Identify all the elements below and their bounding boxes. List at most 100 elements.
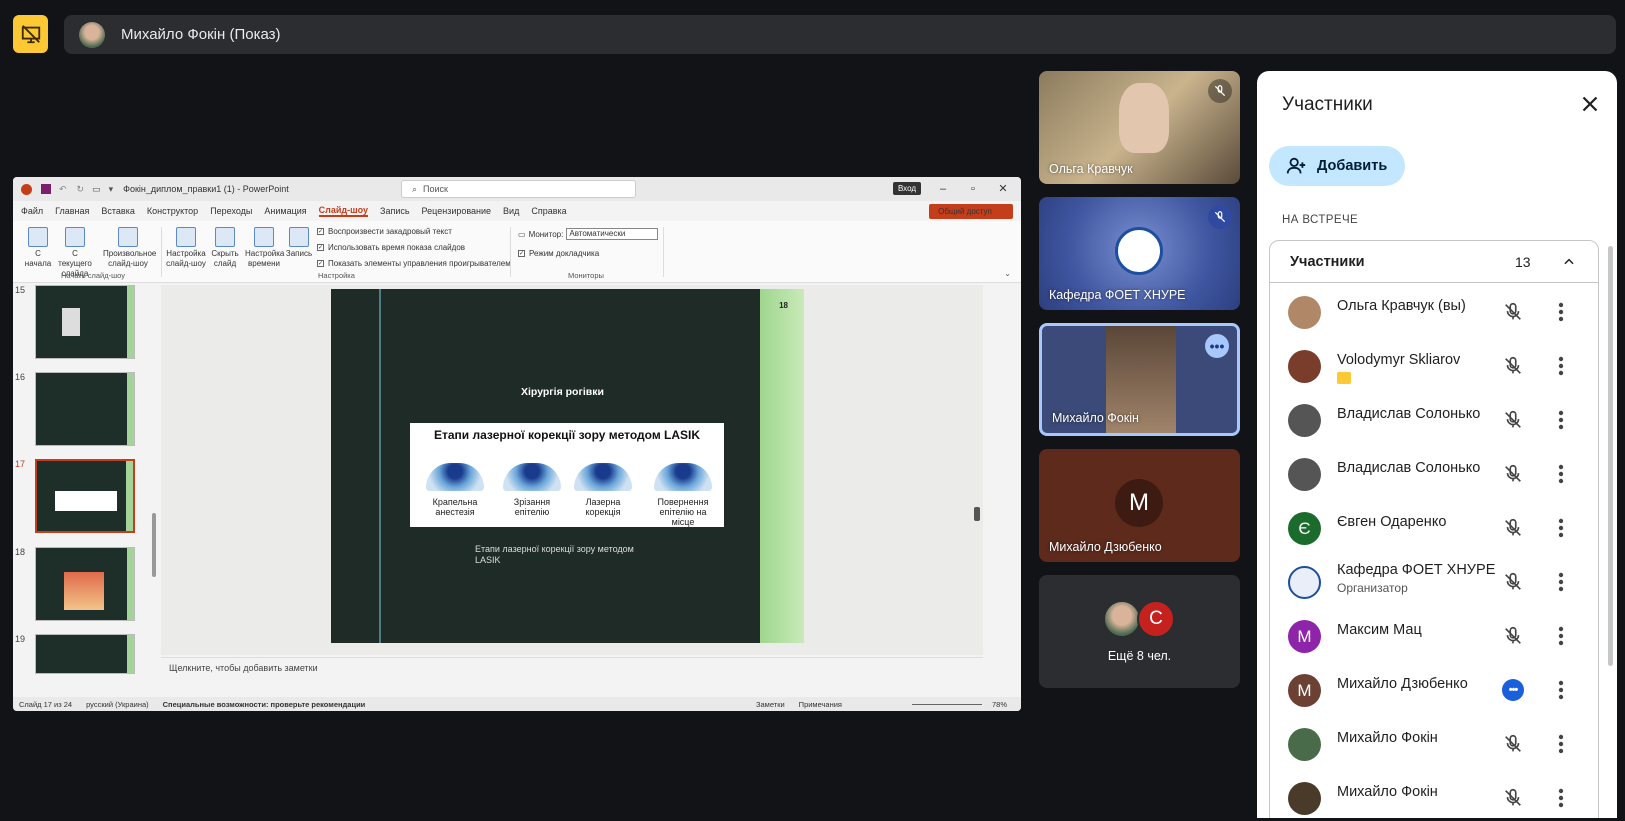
tab-review[interactable]: Рецензирование xyxy=(422,206,492,216)
redo-icon[interactable]: ↻ xyxy=(77,184,85,195)
participant-row[interactable]: Владислав Солонько xyxy=(1270,446,1600,502)
share-button[interactable]: Общий доступ xyxy=(929,204,1013,219)
more-options-icon[interactable] xyxy=(1558,355,1564,377)
status-accessibility[interactable]: Специальные возможности: проверьте реком… xyxy=(163,700,742,709)
presenter-view-checkbox[interactable]: ✓ Режим докладчика xyxy=(518,249,599,258)
setup-slideshow-button[interactable]: Настройка слайд-шоу xyxy=(165,227,207,269)
status-slide: Слайд 17 из 24 xyxy=(19,699,73,709)
narration-checkbox[interactable]: ✓ Воспроизвести закадровый текст xyxy=(317,227,452,236)
tab-slideshow[interactable]: Слайд-шоу xyxy=(318,205,369,217)
login-button[interactable]: Вход xyxy=(893,182,921,195)
group-monitors-label: Мониторы xyxy=(568,271,604,280)
tab-file[interactable]: Файл xyxy=(21,206,43,216)
undo-icon[interactable]: ↶ xyxy=(59,184,67,195)
timings-checkbox[interactable]: ✓ Использовать время показа слайдов xyxy=(317,243,465,252)
tab-design[interactable]: Конструктор xyxy=(147,206,198,216)
checkmark-icon: ✓ xyxy=(317,244,324,251)
current-slide[interactable]: 18 Хірургія рогівки Етапи лазерної корек… xyxy=(331,289,804,643)
participant-row[interactable]: М Максим Мац xyxy=(1270,608,1600,664)
add-people-button[interactable]: Добавить xyxy=(1269,146,1405,186)
tile-olga[interactable]: Ольга Кравчук xyxy=(1039,71,1240,184)
more-options-icon[interactable] xyxy=(1558,571,1564,593)
editor-scrollbar[interactable] xyxy=(973,285,981,655)
record-button[interactable]: Запись xyxy=(285,227,313,259)
tile-kafedra[interactable]: Кафедра ФОЕТ ХНУРЕ xyxy=(1039,197,1240,310)
presentation-icon[interactable] xyxy=(13,15,48,53)
tile-avatar: M xyxy=(1115,479,1163,527)
more-options-icon[interactable] xyxy=(1558,787,1564,809)
tab-animation[interactable]: Анимация xyxy=(264,206,306,216)
mic-off-icon[interactable] xyxy=(1502,301,1524,323)
mic-off-icon[interactable] xyxy=(1502,571,1524,593)
qat-more-icon[interactable]: ▾ xyxy=(109,184,114,195)
participant-row[interactable]: М Михайло Дзюбенко ••• xyxy=(1270,662,1600,718)
participant-row[interactable]: Михайло Фокін xyxy=(1270,716,1600,772)
tile-mykhailo-dziubenko[interactable]: M Михайло Дзюбенко xyxy=(1039,449,1240,562)
tab-transitions[interactable]: Переходы xyxy=(210,206,252,216)
monitor-select[interactable]: Автоматически xyxy=(566,228,659,240)
mic-off-icon[interactable] xyxy=(1502,409,1524,431)
thumbs-scrollbar[interactable] xyxy=(150,285,158,673)
close-panel-button[interactable] xyxy=(1577,91,1603,117)
mic-off-icon[interactable] xyxy=(1502,733,1524,755)
search-box[interactable]: ⌕ Поиск xyxy=(401,180,636,198)
start-from-beginning-button[interactable]: С начала xyxy=(23,227,53,269)
slideshow-icon[interactable]: ▭ xyxy=(92,184,101,195)
tab-view[interactable]: Вид xyxy=(503,206,519,216)
more-options-icon[interactable] xyxy=(1558,517,1564,539)
collapse-ribbon-icon[interactable]: ⌄ xyxy=(1004,269,1011,278)
mic-off-icon[interactable] xyxy=(1502,625,1524,647)
scroll-thumb[interactable] xyxy=(974,507,980,521)
participant-row[interactable]: Михайло Фокін xyxy=(1270,770,1600,818)
status-language[interactable]: русский (Украина) xyxy=(86,700,149,709)
thumb-slide-16[interactable] xyxy=(35,372,135,446)
comments-button[interactable]: Примечания xyxy=(799,700,842,709)
thumb-slide-17[interactable] xyxy=(35,459,135,533)
participant-avatar xyxy=(1288,566,1321,599)
panel-scrollbar[interactable] xyxy=(1608,246,1613,666)
tile-more-people[interactable]: C Ещё 8 чел. xyxy=(1039,575,1240,688)
participant-row[interactable]: Ольга Кравчук (вы) xyxy=(1270,284,1600,340)
minimize-button[interactable]: – xyxy=(933,180,953,198)
tab-home[interactable]: Главная xyxy=(55,206,89,216)
more-options-icon[interactable] xyxy=(1558,409,1564,431)
mic-off-icon[interactable] xyxy=(1502,355,1524,377)
tab-help[interactable]: Справка xyxy=(531,206,566,216)
participant-avatar xyxy=(1288,782,1321,815)
participant-row[interactable]: Владислав Солонько xyxy=(1270,392,1600,448)
more-options-icon[interactable] xyxy=(1558,733,1564,755)
tab-insert[interactable]: Вставка xyxy=(101,206,134,216)
more-options-icon[interactable] xyxy=(1558,625,1564,647)
more-options-icon[interactable] xyxy=(1558,679,1564,701)
more-options-icon[interactable] xyxy=(1558,463,1564,485)
mic-off-icon[interactable] xyxy=(1502,787,1524,809)
tile-mykhailo-fokin[interactable]: ••• Михайло Фокін xyxy=(1039,323,1240,436)
notes-button[interactable]: Заметки xyxy=(756,700,785,709)
mic-off-icon[interactable] xyxy=(1502,463,1524,485)
notes-pane[interactable]: Щелкните, чтобы добавить заметки xyxy=(161,657,983,682)
zoom-slider[interactable] xyxy=(911,703,982,705)
restore-button[interactable]: ▫ xyxy=(963,180,983,198)
participant-row[interactable]: Volodymyr Skliarov xyxy=(1270,338,1600,394)
tab-record[interactable]: Запись xyxy=(380,206,410,216)
participant-avatar xyxy=(1288,404,1321,437)
participant-avatar: М xyxy=(1288,674,1321,707)
zoom-level[interactable]: 78% xyxy=(992,700,1007,709)
thumb-slide-15[interactable] xyxy=(35,285,135,359)
thumb-slide-19[interactable] xyxy=(35,634,135,674)
hide-slide-button[interactable]: Скрыть слайд xyxy=(209,227,241,269)
step-eye: Лазерна корекція xyxy=(574,463,632,517)
scroll-thumb[interactable] xyxy=(152,513,156,577)
participant-row[interactable]: Є Євген Одаренко xyxy=(1270,500,1600,556)
close-window-button[interactable]: ✕ xyxy=(993,180,1013,198)
group-header[interactable]: Участники 13 xyxy=(1270,241,1598,283)
controls-checkbox[interactable]: ✓ Показать элементы управления проигрыват… xyxy=(317,259,511,268)
thumb-slide-18[interactable] xyxy=(35,547,135,621)
participant-row[interactable]: Кафедра ФОЕТ ХНУРЕ Организатор xyxy=(1270,554,1600,610)
custom-slideshow-button[interactable]: Произвольное слайд-шоу xyxy=(103,227,156,269)
rehearse-timings-button[interactable]: Настройка времени xyxy=(245,227,284,269)
chevron-up-icon[interactable] xyxy=(1562,255,1576,269)
save-icon[interactable] xyxy=(41,184,51,194)
mic-off-icon[interactable] xyxy=(1502,517,1524,539)
more-options-icon[interactable] xyxy=(1558,301,1564,323)
